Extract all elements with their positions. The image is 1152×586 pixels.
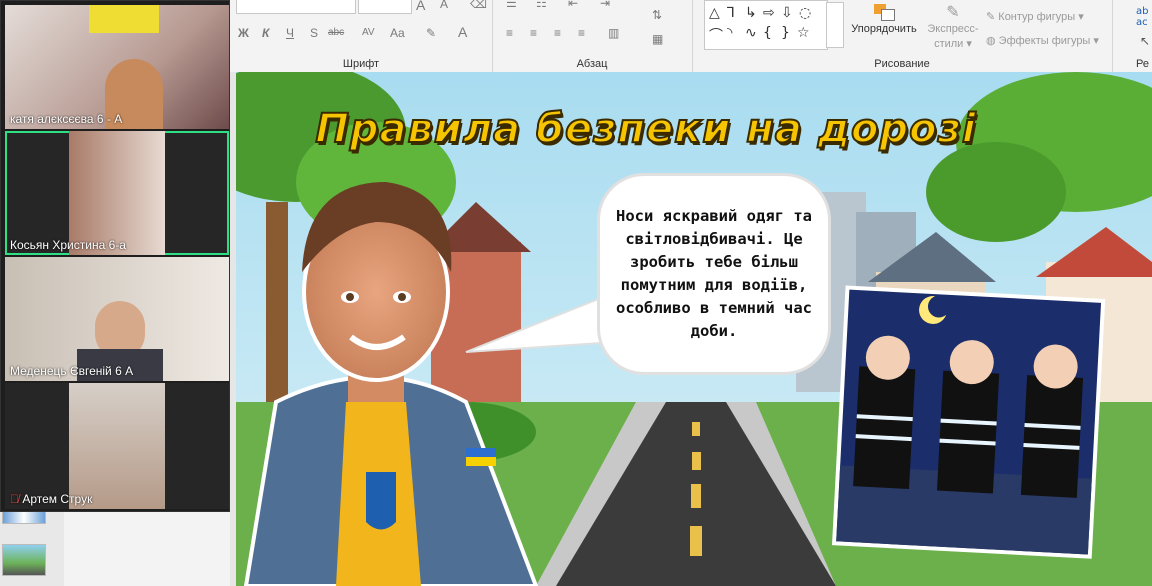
smartart-icon[interactable]: ▦ [652,32,663,46]
elbow-connector-icon[interactable]: ⅂ [727,5,735,21]
grow-font-button[interactable]: A [416,0,425,13]
arrange-label: Упорядочить [851,23,917,35]
drawing-group: △ ⅂ ↳ ⇨ ⇩ ◌ ⌒ ◝ ∿ { } ☆ Упорядочить ✎ Эк… [692,0,1113,72]
mic-muted-icon: 🎙̸ [10,492,19,506]
shape-outline-button[interactable]: ✎ Контур фигуры ▾ [986,10,1084,23]
shape-effects-label: Эффекты фигуры [998,35,1091,47]
align-right-icon[interactable]: ≡ [554,26,561,40]
replace-icon[interactable]: ab ac [1136,6,1148,28]
underline-button[interactable]: Ч [286,26,294,40]
justify-icon[interactable]: ≡ [578,26,585,40]
outdent-icon[interactable]: ⇥ [600,0,610,10]
paragraph-group: ☰ ☷ ⇤ ⇥ ⇅ ≡ ≡ ≡ ≡ ▥ ▦ Абзац [492,0,693,72]
star-icon[interactable]: ☆ [797,25,810,41]
numbering-icon[interactable]: ☷ [536,0,547,10]
italic-button[interactable]: К [262,26,269,40]
font-name-dropdown[interactable] [236,0,356,14]
brace-right-icon[interactable]: } [781,25,790,41]
editing-group-label: Ре [1136,58,1149,70]
quick-styles-button[interactable]: ✎ Экспресс- стили ▾ [922,2,984,52]
quick-styles-label: Экспресс- стили ▾ [927,23,979,50]
arrow-down-icon[interactable]: ⇩ [781,5,793,21]
bold-button[interactable]: Ж [238,26,249,40]
video-participants-panel: катя алєксєєва 6 - А Косьян Христина 6-а… [0,0,230,512]
slide-canvas[interactable]: Правила безпеки на дорозі Носи яскравий … [236,72,1152,586]
text-direction-icon[interactable]: ⇅ [652,8,662,22]
columns-icon[interactable]: ▥ [608,26,619,40]
arrange-icon [872,2,896,21]
participant-name: Меденець Євгеній 6 А [10,364,134,378]
participant-name: Косьян Христина 6-а [10,238,126,252]
font-size-dropdown[interactable] [358,0,412,14]
paragraph-group-label: Абзац [576,58,608,70]
participant-tile[interactable]: 🎙̸ Артем Струк [5,383,229,509]
slide-thumbnail[interactable] [2,510,46,524]
align-left-icon[interactable]: ≡ [506,26,513,40]
bullets-icon[interactable]: ☰ [506,0,517,10]
shrink-font-button[interactable]: A [440,0,448,11]
speech-bubble[interactable]: Носи яскравий одяг та світловідбивачі. Ц… [600,176,828,372]
highlight-button[interactable]: ✎ [426,26,436,40]
change-case-button[interactable]: Aa [390,26,405,40]
shape-outline-label: Контур фигуры [998,11,1076,23]
participant-tile-active[interactable]: Косьян Христина 6-а [5,131,229,255]
arc-icon[interactable]: ◝ [727,25,732,41]
arrow-right-icon[interactable]: ⇨ [763,5,775,21]
connector-icon[interactable]: ↳ [745,5,757,21]
quick-styles-icon: ✎ [946,4,960,21]
shape-effects-icon: ◍ [986,35,996,47]
clear-format-icon[interactable]: ⌫ [470,0,487,11]
align-center-icon[interactable]: ≡ [530,26,537,40]
curve-icon[interactable]: ⌒ [709,25,723,45]
participant-name: Артем Струк [22,492,93,506]
char-spacing-button[interactable]: AV [362,27,375,38]
callout-icon[interactable]: ◌ [799,5,811,21]
font-color-button[interactable]: A [458,24,467,40]
arrange-button[interactable]: Упорядочить [846,2,922,35]
indent-icon[interactable]: ⇤ [568,0,578,10]
shape-effects-button[interactable]: ◍ Эффекты фигуры ▾ [986,34,1099,47]
ribbon: A A ⌫ Ж К Ч S abc AV Aa ✎ A Шрифт ☰ ☷ ⇤ … [230,0,1152,73]
select-cursor-icon[interactable]: ↖ [1140,34,1150,48]
wave-icon[interactable]: ∿ [745,25,757,41]
brace-left-icon[interactable]: { [763,25,772,41]
slide-editor: Правила безпеки на дорозі Носи яскравий … [230,72,1152,586]
participant-tile[interactable]: Меденець Євгеній 6 А [5,257,229,381]
shape-outline-icon: ✎ [986,11,996,23]
participant-name-row: 🎙̸ Артем Струк [10,492,92,506]
font-group: A A ⌫ Ж К Ч S abc AV Aa ✎ A Шрифт [230,0,493,72]
slide-thumbnails [0,508,64,586]
font-group-label: Шрифт [342,58,380,70]
shapes-scroll[interactable] [826,2,844,48]
triangle-icon[interactable]: △ [709,5,720,21]
shapes-gallery[interactable]: △ ⅂ ↳ ⇨ ⇩ ◌ ⌒ ◝ ∿ { } ☆ [704,0,828,50]
bubble-text: Носи яскравий одяг та світловідбивачі. Ц… [616,207,812,340]
participant-name: катя алєксєєва 6 - А [10,112,123,126]
slide-thumbnail[interactable] [2,544,46,576]
drawing-group-label: Рисование [874,58,930,70]
shadow-button[interactable]: S [310,26,318,40]
kids-reflective-picture [831,285,1106,559]
slide-title[interactable]: Правила безпеки на дорозі [306,105,986,153]
participant-tile[interactable]: катя алєксєєва 6 - А [5,5,229,129]
strikethrough-button[interactable]: abc [328,27,344,38]
